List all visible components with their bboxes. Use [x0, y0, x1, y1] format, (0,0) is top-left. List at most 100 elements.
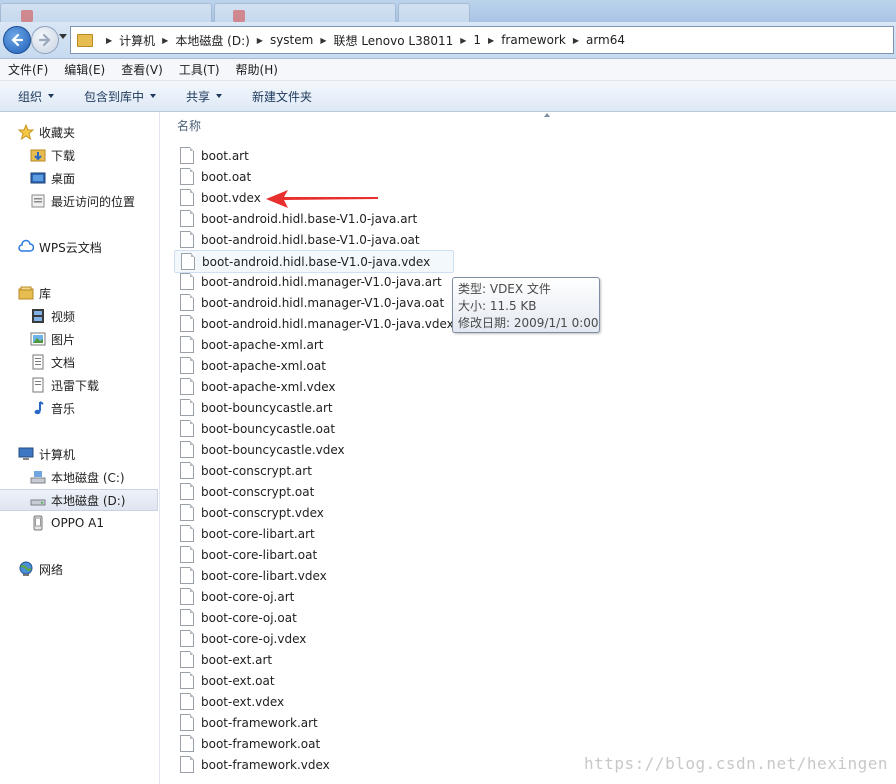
chevron-right-icon[interactable]: ▶ — [460, 36, 466, 45]
background-window-tab[interactable] — [214, 3, 396, 22]
file-name: boot-framework.art — [201, 715, 318, 730]
document-icon — [30, 354, 46, 370]
menu-help[interactable]: 帮助(H) — [228, 61, 286, 78]
chevron-right-icon[interactable]: ▶ — [488, 36, 494, 45]
file-name: boot.oat — [201, 169, 252, 184]
file-icon — [180, 336, 194, 353]
taskbar-strip — [0, 0, 896, 22]
file-row[interactable]: boot-android.hidl.base-V1.0-java.oat — [174, 229, 474, 250]
file-row[interactable]: boot-apache-xml.vdex — [174, 376, 474, 397]
organize-label: 组织 — [18, 89, 43, 104]
sidebar-item-label: 本地磁盘 (C:) — [51, 470, 125, 485]
chevron-right-icon[interactable]: ▶ — [320, 36, 326, 45]
caret-down-icon — [48, 94, 55, 98]
file-row[interactable]: boot-framework.vdex — [174, 754, 474, 775]
chevron-right-icon[interactable]: ▶ — [573, 36, 579, 45]
file-row[interactable]: boot-android.hidl.base-V1.0-java.vdex — [174, 250, 454, 273]
menu-edit[interactable]: 编辑(E) — [56, 61, 113, 78]
breadcrumb-computer[interactable]: 计算机 — [119, 32, 155, 49]
file-row[interactable]: boot.oat — [174, 166, 474, 187]
back-button[interactable] — [3, 26, 31, 54]
sidebar-item-label: OPPO A1 — [51, 516, 105, 530]
file-row[interactable]: boot-conscrypt.oat — [174, 481, 474, 502]
network-globe-icon — [18, 561, 34, 577]
file-row[interactable]: boot-conscrypt.art — [174, 460, 474, 481]
breadcrumb-system[interactable]: system — [270, 33, 313, 47]
sidebar-favorites[interactable]: 收藏夹 — [17, 121, 176, 143]
cloud-icon — [18, 239, 35, 255]
sidebar-wps-cloud[interactable]: WPS云文档 — [18, 236, 176, 258]
new-folder-button[interactable]: 新建文件夹 — [252, 88, 312, 105]
file-icon — [180, 693, 194, 710]
menu-file[interactable]: 文件(F) — [0, 61, 56, 78]
file-row[interactable]: boot-apache-xml.art — [174, 334, 474, 355]
file-name: boot-conscrypt.vdex — [201, 505, 324, 520]
red-arrow-annotation — [266, 190, 378, 208]
file-row[interactable]: boot-android.hidl.manager-V1.0-java.oat — [174, 292, 474, 313]
menu-tools[interactable]: 工具(T) — [171, 61, 228, 78]
chevron-right-icon[interactable]: ▶ — [106, 36, 112, 45]
file-name: boot-bouncycastle.art — [201, 400, 333, 415]
file-row[interactable]: boot.art — [174, 145, 474, 166]
file-name: boot-android.hidl.base-V1.0-java.oat — [201, 232, 420, 247]
file-row[interactable]: boot-framework.art — [174, 712, 474, 733]
file-row[interactable]: boot-android.hidl.base-V1.0-java.art — [174, 208, 474, 229]
breadcrumb-arm64[interactable]: arm64 — [586, 33, 625, 47]
share-button[interactable]: 共享 — [186, 88, 223, 105]
sidebar-item-label: 文档 — [51, 355, 76, 370]
chevron-right-icon[interactable]: ▶ — [162, 36, 168, 45]
breadcrumb-drive-d[interactable]: 本地磁盘 (D:) — [175, 32, 249, 49]
file-row[interactable]: boot-core-oj.vdex — [174, 628, 474, 649]
file-row[interactable]: boot-bouncycastle.art — [174, 397, 474, 418]
file-row[interactable]: boot-core-oj.art — [174, 586, 474, 607]
include-in-library-label: 包含到库中 — [84, 89, 145, 104]
file-row[interactable]: boot-android.hidl.manager-V1.0-java.vdex — [174, 313, 474, 334]
navigation-pane: 收藏夹 下载 桌面 最近访问的位置 WPS云文档 库 视频 图片 文档 迅雷下载… — [0, 112, 160, 784]
file-row[interactable]: boot-android.hidl.manager-V1.0-java.art — [174, 271, 474, 292]
breadcrumb-lenovo[interactable]: 联想 Lenovo L38011 — [334, 32, 454, 49]
include-in-library-button[interactable]: 包含到库中 — [84, 88, 157, 105]
breadcrumb-framework[interactable]: framework — [501, 33, 566, 47]
sidebar-computer[interactable]: 计算机 — [18, 443, 176, 465]
file-row[interactable]: boot-ext.oat — [174, 670, 474, 691]
file-row[interactable]: boot-bouncycastle.oat — [174, 418, 474, 439]
file-icon — [180, 756, 194, 773]
column-header-name[interactable]: 名称 — [177, 117, 201, 134]
organize-button[interactable]: 组织 — [18, 88, 55, 105]
file-icon — [180, 399, 194, 416]
chevron-right-icon[interactable]: ▶ — [257, 36, 263, 45]
file-icon — [180, 630, 194, 647]
file-row[interactable]: boot-core-libart.art — [174, 523, 474, 544]
file-row[interactable]: boot-core-oj.oat — [174, 607, 474, 628]
breadcrumb-1[interactable]: 1 — [473, 33, 481, 47]
recent-places-icon — [30, 193, 46, 209]
file-icon — [180, 525, 194, 542]
tooltip-modified: 修改日期: 2009/1/1 0:00 — [458, 316, 599, 330]
file-row[interactable]: boot-ext.vdex — [174, 691, 474, 712]
file-name: boot-android.hidl.manager-V1.0-java.art — [201, 274, 442, 289]
file-row[interactable]: boot-core-libart.vdex — [174, 565, 474, 586]
file-icon — [180, 735, 194, 752]
file-row[interactable]: boot-apache-xml.oat — [174, 355, 474, 376]
file-row[interactable]: boot-framework.oat — [174, 733, 474, 754]
background-window-tab[interactable] — [0, 3, 212, 22]
file-icon — [180, 609, 194, 626]
forward-button[interactable] — [31, 26, 59, 54]
file-icon — [180, 483, 194, 500]
file-name: boot-framework.oat — [201, 736, 321, 751]
menu-view[interactable]: 查看(V) — [113, 61, 171, 78]
file-row[interactable]: boot-conscrypt.vdex — [174, 502, 474, 523]
file-row[interactable]: boot-bouncycastle.vdex — [174, 439, 474, 460]
file-row[interactable]: boot-core-libart.oat — [174, 544, 474, 565]
sidebar-network[interactable]: 网络 — [18, 558, 176, 580]
file-row[interactable]: boot-ext.art — [174, 649, 474, 670]
sidebar-item-drive-d[interactable]: 本地磁盘 (D:) — [0, 489, 158, 511]
file-name: boot-ext.vdex — [201, 694, 285, 709]
recent-pages-dropdown[interactable] — [59, 34, 67, 39]
file-name: boot.vdex — [201, 190, 261, 205]
background-window-tab[interactable] — [398, 3, 470, 22]
sidebar-libraries[interactable]: 库 — [18, 282, 176, 304]
star-icon — [17, 123, 35, 141]
library-icon — [18, 285, 34, 301]
address-bar[interactable]: ▶ 计算机 ▶ 本地磁盘 (D:) ▶ system ▶ 联想 Lenovo L… — [70, 26, 894, 54]
